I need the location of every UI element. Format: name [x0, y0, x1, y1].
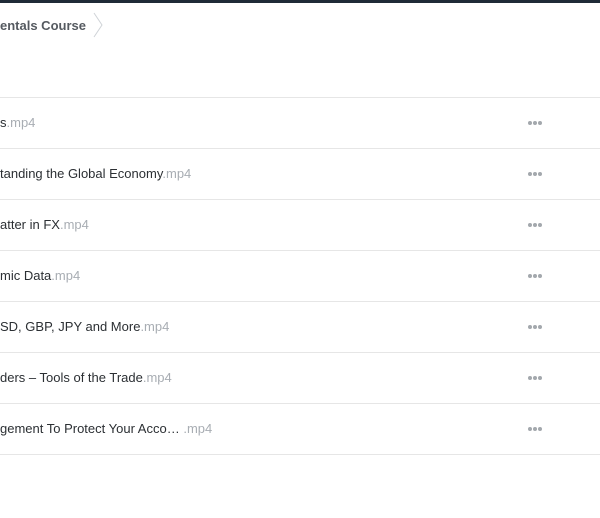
more-options-icon[interactable] — [526, 271, 544, 281]
more-options-icon[interactable] — [526, 322, 544, 332]
file-extension: .mp4 — [6, 115, 36, 130]
file-extension: .mp4 — [142, 370, 172, 385]
more-options-icon[interactable] — [526, 424, 544, 434]
file-row[interactable]: atter in FX.mp4 — [0, 200, 600, 251]
file-name-text: mic Data — [0, 268, 52, 283]
file-extension: .mp4 — [140, 319, 170, 334]
file-row[interactable]: gement To Protect Your Acco… .mp4 — [0, 404, 600, 455]
file-name[interactable]: gement To Protect Your Acco… .mp4 — [0, 421, 212, 436]
file-extension: .mp4 — [162, 166, 192, 181]
more-options-icon[interactable] — [526, 373, 544, 383]
file-name[interactable]: tanding the Global Economy.mp4 — [0, 166, 191, 181]
file-name-text: atter in FX — [0, 217, 60, 232]
file-name[interactable]: mic Data.mp4 — [0, 268, 80, 283]
file-name[interactable]: ders – Tools of the Trade.mp4 — [0, 370, 172, 385]
file-name-text: SD, GBP, JPY and More — [0, 319, 141, 334]
file-extension: .mp4 — [51, 268, 81, 283]
file-name-text: tanding the Global Economy — [0, 166, 163, 181]
more-options-icon[interactable] — [526, 118, 544, 128]
file-name-text: gement To Protect Your Acco… — [0, 421, 184, 436]
breadcrumb: entals Course — [0, 3, 600, 47]
chevron-right-icon — [93, 12, 103, 38]
file-row[interactable]: tanding the Global Economy.mp4 — [0, 149, 600, 200]
file-row[interactable]: SD, GBP, JPY and More.mp4 — [0, 302, 600, 353]
file-list: s.mp4 tanding the Global Economy.mp4 att… — [0, 97, 600, 455]
file-name[interactable]: s.mp4 — [0, 115, 35, 130]
file-name[interactable]: atter in FX.mp4 — [0, 217, 89, 232]
file-name-text: ders – Tools of the Trade — [0, 370, 143, 385]
file-row[interactable]: s.mp4 — [0, 98, 600, 149]
breadcrumb-course-title[interactable]: entals Course — [0, 18, 86, 33]
file-extension: .mp4 — [183, 421, 213, 436]
more-options-icon[interactable] — [526, 169, 544, 179]
file-extension: .mp4 — [59, 217, 89, 232]
more-options-icon[interactable] — [526, 220, 544, 230]
file-name[interactable]: SD, GBP, JPY and More.mp4 — [0, 319, 169, 334]
file-row[interactable]: ders – Tools of the Trade.mp4 — [0, 353, 600, 404]
file-row[interactable]: mic Data.mp4 — [0, 251, 600, 302]
